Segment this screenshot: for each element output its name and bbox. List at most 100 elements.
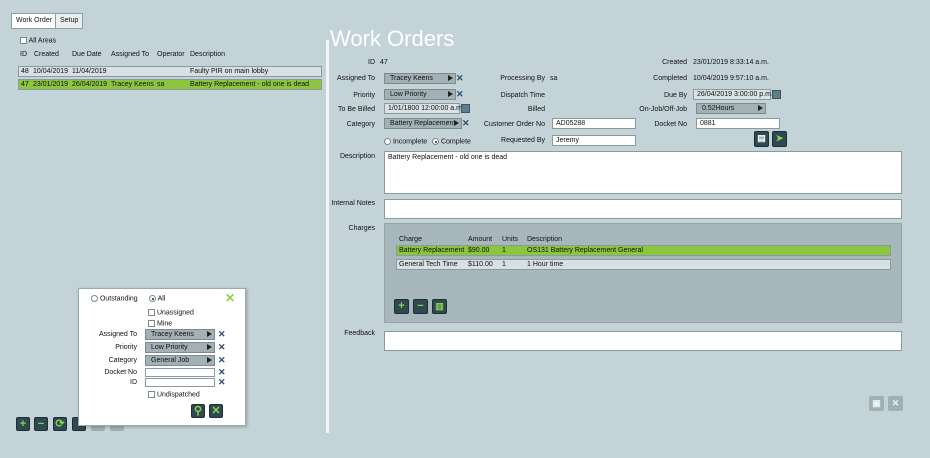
all-areas-checkbox[interactable]: All Areas bbox=[20, 37, 56, 44]
arrow-right-icon bbox=[207, 344, 212, 350]
incomplete-label: Incomplete bbox=[392, 138, 428, 146]
outstanding-radio-dot[interactable] bbox=[91, 295, 98, 302]
unassigned-checkbox[interactable]: Unassigned bbox=[148, 309, 194, 316]
priority-picker[interactable]: Low Priority bbox=[384, 89, 456, 100]
mine-checkbox[interactable]: Mine bbox=[148, 320, 172, 327]
arrow-right-icon bbox=[758, 105, 763, 111]
clear-icon[interactable]: ✕ bbox=[218, 368, 226, 377]
trash-icon[interactable]: ▥ bbox=[432, 299, 447, 314]
clear-icon[interactable]: ✕ bbox=[218, 356, 226, 365]
filter-docket-input[interactable] bbox=[145, 368, 215, 377]
description-label: Description bbox=[339, 153, 375, 160]
save-icon[interactable]: ▣ bbox=[869, 396, 884, 411]
on-off-job-value: 0.52Hours bbox=[702, 105, 735, 112]
id-label: ID bbox=[368, 59, 375, 66]
col-header-operator[interactable]: Operator bbox=[157, 51, 185, 58]
charges-col-charge[interactable]: Charge bbox=[399, 236, 422, 243]
clear-icon[interactable]: ✕ bbox=[456, 90, 464, 99]
cancel-icon[interactable]: ✕ bbox=[209, 404, 223, 418]
undispatched-checkbox[interactable]: Undispatched bbox=[148, 391, 200, 398]
tab-work-order[interactable]: Work Order bbox=[11, 13, 58, 29]
clear-icon[interactable]: ✕ bbox=[218, 330, 226, 339]
to-be-billed-field[interactable]: 1/01/1800 12:00:00 a.m. bbox=[384, 103, 464, 114]
all-areas-check[interactable] bbox=[20, 37, 27, 44]
docket-no-input[interactable]: 0881 bbox=[696, 118, 780, 129]
on-off-job-picker[interactable]: 0.52Hours bbox=[696, 103, 766, 114]
requested-by-input[interactable]: Jeremy bbox=[552, 135, 636, 146]
due-by-field[interactable]: 26/04/2019 3:00:00 p.m. bbox=[693, 89, 773, 100]
filter-category-value: General Job bbox=[151, 357, 190, 364]
assigned-to-value: Tracey Keens bbox=[390, 75, 433, 82]
list-item[interactable]: 47 23/01/2019 26/04/2019 Tracey Keens sa… bbox=[18, 79, 322, 90]
arrow-right-icon bbox=[207, 357, 212, 363]
charge-row[interactable]: General Tech Time $110.00 1 1 Hour time bbox=[396, 259, 891, 270]
filter-priority-label: Priority bbox=[115, 344, 137, 351]
priority-label: Priority bbox=[353, 92, 375, 99]
all-radio-dot[interactable] bbox=[149, 295, 156, 302]
filter-id-input[interactable] bbox=[145, 378, 215, 387]
completed-label: Completed bbox=[653, 75, 687, 82]
tab-setup[interactable]: Setup bbox=[55, 13, 84, 29]
remove-charge-icon[interactable]: − bbox=[413, 299, 428, 314]
col-header-description[interactable]: Description bbox=[190, 51, 225, 58]
filter-category-picker[interactable]: General Job bbox=[145, 355, 215, 366]
description-textarea[interactable]: Battery Replacement - old one is dead bbox=[384, 151, 902, 194]
clear-icon[interactable]: ✕ bbox=[218, 378, 226, 387]
col-header-id[interactable]: ID bbox=[20, 51, 27, 58]
mine-label: Mine bbox=[156, 320, 173, 328]
list-item[interactable]: 48 10/04/2019 11/04/2019 Faulty PIR on m… bbox=[18, 66, 322, 77]
feedback-textarea[interactable] bbox=[384, 331, 902, 351]
col-header-due-date[interactable]: Due Date bbox=[72, 51, 102, 58]
charges-panel bbox=[384, 223, 902, 323]
refresh-icon[interactable]: ⟳ bbox=[53, 417, 67, 431]
filter-assigned-label: Assigned To bbox=[98, 331, 137, 338]
add-icon[interactable]: + bbox=[16, 417, 30, 431]
charges-col-description[interactable]: Description bbox=[527, 236, 562, 243]
complete-radio-dot[interactable] bbox=[432, 138, 439, 145]
filter-assigned-picker[interactable]: Tracey Keens bbox=[145, 329, 215, 340]
mine-check[interactable] bbox=[148, 320, 155, 327]
undispatched-label: Undispatched bbox=[156, 391, 200, 399]
all-radio[interactable]: All bbox=[149, 295, 165, 302]
incomplete-radio[interactable]: Incomplete bbox=[384, 138, 427, 145]
processing-by-label: Processing By bbox=[500, 75, 545, 82]
charges-col-units[interactable]: Units bbox=[502, 236, 518, 243]
id-value: 47 bbox=[380, 59, 388, 66]
internal-notes-textarea[interactable] bbox=[384, 199, 902, 219]
arrow-right-icon bbox=[448, 91, 453, 97]
add-charge-icon[interactable]: + bbox=[394, 299, 409, 314]
col-header-assigned-to[interactable]: Assigned To bbox=[111, 51, 149, 58]
incomplete-radio-dot[interactable] bbox=[384, 138, 391, 145]
created-value: 23/01/2019 8:33:14 a.m. bbox=[693, 59, 769, 66]
assigned-to-label: Assigned To bbox=[336, 75, 375, 82]
outstanding-radio[interactable]: Outstanding bbox=[91, 295, 138, 302]
close-icon[interactable]: ✕ bbox=[225, 291, 235, 305]
calendar-icon[interactable] bbox=[461, 104, 470, 113]
filter-id-label: ID bbox=[130, 379, 137, 386]
col-header-created[interactable]: Created bbox=[34, 51, 59, 58]
charge-row[interactable]: Battery Replacement $90.00 1 OS131 Batte… bbox=[396, 245, 891, 256]
complete-radio[interactable]: Complete bbox=[432, 138, 471, 145]
clear-icon[interactable]: ✕ bbox=[218, 343, 226, 352]
category-picker[interactable]: Battery Replacement bbox=[384, 118, 462, 129]
category-label: Category bbox=[346, 121, 375, 128]
complete-label: Complete bbox=[440, 138, 471, 146]
filter-priority-picker[interactable]: Low Priority bbox=[145, 342, 215, 353]
charges-col-amount[interactable]: Amount bbox=[468, 236, 492, 243]
remove-icon[interactable]: − bbox=[34, 417, 48, 431]
unassigned-check[interactable] bbox=[148, 309, 155, 316]
calendar-icon[interactable] bbox=[772, 90, 781, 99]
search-icon[interactable]: ⚲ bbox=[191, 404, 205, 418]
undispatched-check[interactable] bbox=[148, 391, 155, 398]
due-by-label: Due By bbox=[664, 92, 687, 99]
customer-order-input[interactable]: AD05288 bbox=[552, 118, 636, 129]
unassigned-label: Unassigned bbox=[156, 309, 194, 317]
document-icon[interactable]: ▤ bbox=[754, 131, 769, 147]
clear-icon[interactable]: ✕ bbox=[462, 119, 470, 128]
assigned-to-picker[interactable]: Tracey Keens bbox=[384, 73, 456, 84]
send-icon[interactable]: ➤ bbox=[772, 131, 787, 147]
all-label: All bbox=[157, 295, 166, 303]
clear-icon[interactable]: ✕ bbox=[456, 74, 464, 83]
to-be-billed-label: To Be Billed bbox=[338, 106, 375, 113]
cancel-icon[interactable]: ✕ bbox=[888, 396, 903, 411]
